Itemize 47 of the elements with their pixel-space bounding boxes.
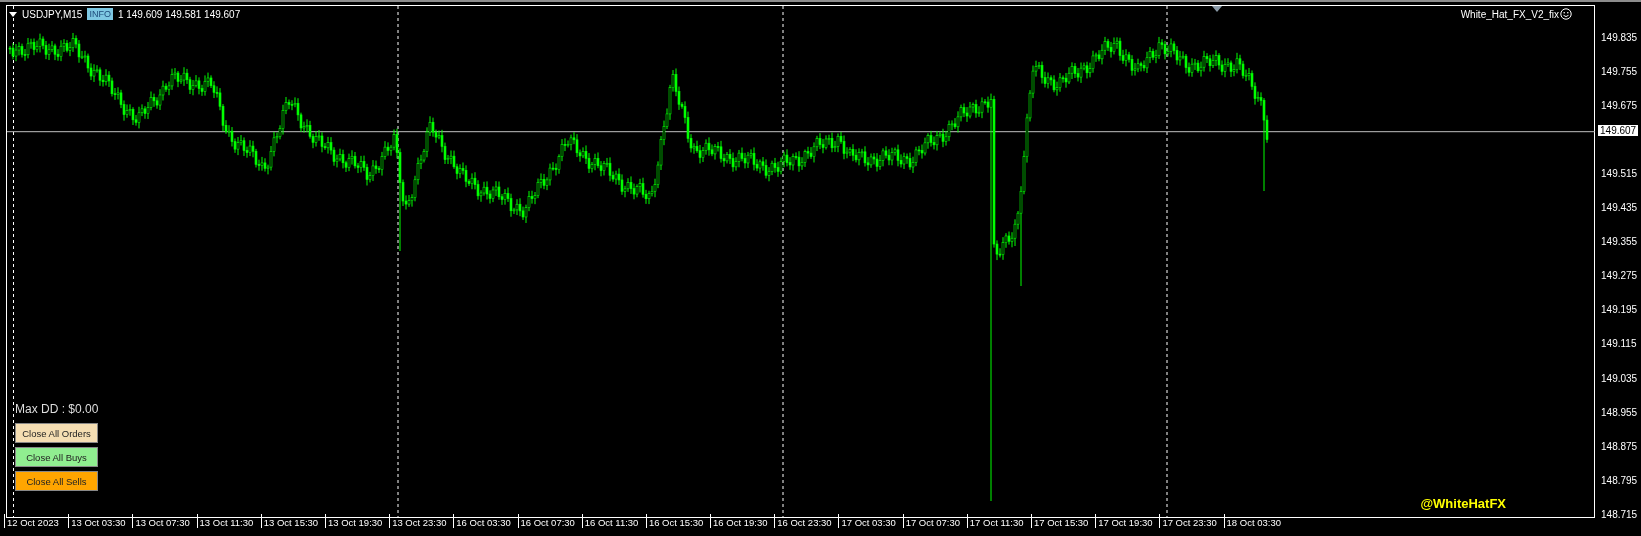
close-orders-button[interactable]: Close All Sells xyxy=(15,471,98,491)
price-label: 149.675 xyxy=(1601,99,1638,111)
price-label: 148.795 xyxy=(1601,474,1638,486)
max-drawdown-text: Max DD : $0.00 xyxy=(15,402,99,416)
price-label: 149.835 xyxy=(1601,31,1638,43)
price-label: 148.715 xyxy=(1601,508,1638,520)
time-label: 13 Oct 07:30 xyxy=(132,514,197,528)
time-label: 17 Oct 07:30 xyxy=(902,514,967,528)
price-label: 149.115 xyxy=(1601,338,1637,350)
time-label: 13 Oct 19:30 xyxy=(324,514,390,528)
indicator-name: White_Hat_FX_V2_fix xyxy=(1460,8,1560,20)
time-label: 12 Oct 2023 xyxy=(4,514,69,528)
price-label: 148.955 xyxy=(1601,406,1638,418)
time-label: 13 Oct 11:30 xyxy=(196,514,261,528)
time-label: 13 Oct 03:30 xyxy=(68,514,133,528)
close-orders-button[interactable]: Close All Orders xyxy=(15,423,98,443)
time-label: 16 Oct 07:30 xyxy=(517,514,582,528)
time-label: 17 Oct 11:30 xyxy=(966,514,1031,528)
time-label: 16 Oct 03:30 xyxy=(453,514,518,528)
time-label: 13 Oct 15:30 xyxy=(260,514,325,528)
price-label: 149.035 xyxy=(1601,372,1638,384)
price-label: 149.435 xyxy=(1601,202,1638,213)
time-label: 16 Oct 19:30 xyxy=(710,514,775,528)
time-label: 17 Oct 23:30 xyxy=(1159,514,1224,528)
time-label: 17 Oct 15:30 xyxy=(1031,514,1096,528)
ohlc-text: 1 149.609 149.581 149.607 xyxy=(117,8,241,20)
smiley-icon[interactable] xyxy=(1560,8,1573,20)
price-label: 149.355 xyxy=(1601,236,1638,248)
time-label: 17 Oct 19:30 xyxy=(1095,514,1160,528)
close-orders-button[interactable]: Close All Buys xyxy=(15,447,98,467)
shift-marker-icon[interactable] xyxy=(1212,6,1222,12)
time-label: 13 Oct 23:30 xyxy=(389,514,454,528)
time-label: 17 Oct 03:30 xyxy=(838,514,903,528)
price-label: 149.275 xyxy=(1601,270,1638,282)
info-badge[interactable]: INFO xyxy=(87,8,113,20)
time-label: 16 Oct 15:30 xyxy=(645,514,711,528)
symbol-label: USDJPY,M15 xyxy=(22,8,83,20)
time-label: 18 Oct 03:30 xyxy=(1223,514,1288,528)
price-label: 148.875 xyxy=(1601,440,1638,452)
price-label: 149.195 xyxy=(1601,304,1638,316)
time-label: 16 Oct 11:30 xyxy=(581,514,646,528)
price-label: 149.755 xyxy=(1601,65,1638,77)
dropdown-icon[interactable] xyxy=(9,11,17,17)
price-label: 149.515 xyxy=(1601,167,1638,179)
current-price-label: 149.607 xyxy=(1597,124,1640,137)
time-label: 16 Oct 23:30 xyxy=(774,514,839,528)
handle-text: @WhiteHatFX xyxy=(1420,496,1507,511)
